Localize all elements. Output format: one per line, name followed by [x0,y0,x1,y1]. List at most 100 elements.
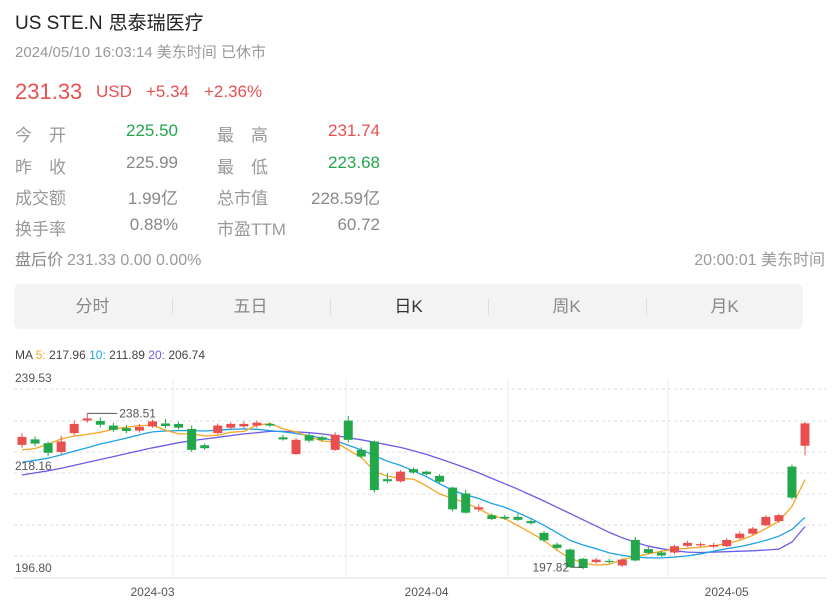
candle [30,436,40,447]
candle-body [435,475,445,482]
x-tick-label: 2024-03 [130,585,174,599]
candle-body [174,423,184,428]
candle-body [395,471,405,482]
candle-body [304,435,314,441]
candle-body [800,423,810,446]
candle-body [356,449,366,457]
candle-body [526,521,536,524]
candle [161,418,171,429]
candle-body [722,539,732,547]
candle-body [500,516,510,519]
chart-axes: 239.53 218.16 196.80 2024-03 2024-04 2024-05 [15,371,749,599]
candle [69,420,79,436]
candle [395,469,405,483]
x-tick-label: 2024-04 [405,585,449,599]
candle-body [69,423,79,434]
candle-body [161,423,171,426]
candle-body [409,469,418,473]
candle-body [448,487,458,510]
candle-body [513,516,523,520]
candlestick-chart[interactable]: 238.51 197.82 239.53 218.16 196.80 2024-03 20… [0,0,835,609]
ma20-line [21,430,806,554]
candle [17,433,27,448]
candle [200,443,210,450]
candle [774,513,784,523]
candle [800,421,810,456]
candle-body [82,418,92,421]
candle-body [382,479,392,482]
candle [683,540,693,548]
candle [291,438,301,455]
candle-body [200,445,210,449]
candle-body [148,421,157,427]
candle [617,558,627,567]
candle [369,440,379,493]
candle-body [278,437,288,440]
candle-body [539,532,549,541]
candle-body [226,423,236,428]
candle-body [317,437,327,440]
candle-body [121,428,131,432]
candle-body [787,466,797,498]
candle [709,542,719,549]
ma10-line [21,428,806,559]
candle [591,557,601,564]
candle [82,413,92,423]
candle [696,542,706,547]
candle [539,531,549,543]
candle-body [265,423,275,426]
candle-body [291,439,301,455]
candle-body [330,434,340,450]
candle-body [630,539,640,561]
candle-body [30,439,40,444]
candle [343,415,353,443]
candle [265,422,275,428]
candle-body [17,436,27,445]
candle-body [56,441,66,452]
candle [330,432,340,451]
candle-body [656,552,666,556]
candle [787,464,797,500]
candle-body [134,426,144,431]
candle-body [696,544,706,546]
candle-body [108,425,118,430]
candle-body [187,428,197,450]
candle-body [213,425,223,434]
candle [95,417,105,428]
candle [278,434,288,441]
candle-body [735,533,745,539]
candle [630,537,640,562]
candle-body [487,515,497,519]
candle [174,421,184,430]
low-annotation: 197.82 [532,560,569,574]
candle [448,486,458,512]
candle-body [617,559,627,566]
y-tick-label: 239.53 [15,371,52,385]
candle-body [343,420,353,440]
candle-body [591,559,601,563]
candle-body [761,516,771,526]
candle [43,441,53,457]
candle [722,538,732,548]
candle-body [709,544,719,547]
candle-body [604,560,614,563]
y-tick-label: 218.16 [15,459,52,473]
candle-body [552,544,562,548]
candle [213,423,223,435]
candle-body [670,546,679,553]
candle-body [43,443,53,453]
candle-body [474,507,484,510]
candle [670,544,679,554]
candle-body [252,422,262,426]
candle-body [422,471,432,475]
candle-body [461,493,471,513]
y-tick-label: 196.80 [15,561,52,575]
candle [187,425,197,452]
high-annotation: 238.51 [119,406,156,420]
candles [17,413,810,570]
candle-body [239,423,249,427]
x-tick-label: 2024-05 [705,585,749,599]
candle-body [748,528,758,534]
candle-body [95,420,105,425]
candle-body [643,549,653,553]
